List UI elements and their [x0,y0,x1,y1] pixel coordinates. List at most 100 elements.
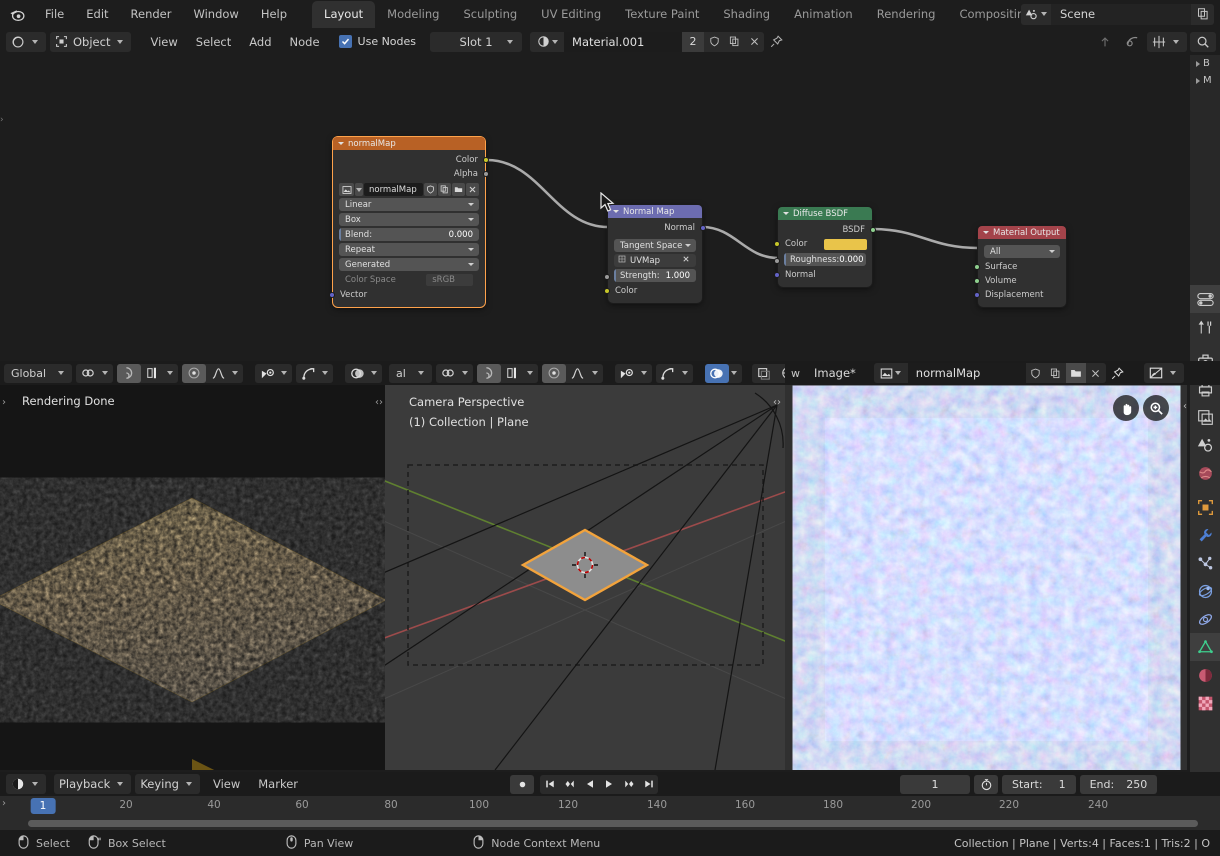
new-image-icon[interactable] [1045,363,1066,383]
properties-tab-view-layer[interactable] [1190,403,1220,431]
xray-icon[interactable] [752,364,776,383]
editor-type-selector[interactable] [6,31,46,52]
unlink-icon[interactable] [1085,363,1106,383]
search-icon[interactable] [1190,31,1216,52]
chevron-down-icon[interactable] [591,371,598,375]
interpolation-dropdown[interactable]: Linear [339,198,479,211]
socket-color-out[interactable] [483,157,489,163]
jump-start-icon[interactable] [540,775,559,794]
chevron-down-icon[interactable] [730,371,737,375]
menu-render[interactable]: Render [120,3,183,25]
proportional-edit-icon[interactable] [541,363,566,383]
falloff-icon[interactable] [206,364,230,383]
image-data-icon[interactable] [339,183,354,196]
socket-color-in[interactable] [774,241,780,247]
overlays-icon[interactable] [345,364,369,383]
mode-dropdown[interactable]: al [389,363,432,383]
material-name-field[interactable]: Material.001 [564,31,683,52]
node-input-vector[interactable]: Vector [329,288,485,302]
open-image-icon[interactable] [452,183,465,196]
properties-tab-particles[interactable] [1190,549,1220,577]
region-toggle-left[interactable]: › [2,397,6,408]
socket-volume-in[interactable] [974,278,980,284]
snap-icon[interactable] [117,363,142,383]
workspace-tab-texture-paint[interactable]: Texture Paint [613,1,711,28]
zoom-icon[interactable] [1143,395,1169,421]
scene-name-field[interactable]: Scene [1051,3,1191,25]
material-users-count[interactable]: 2 [682,31,705,52]
expand-triangle-icon[interactable] [1196,60,1200,67]
workspace-tab-uv-editing[interactable]: UV Editing [529,1,613,28]
colorspace-value[interactable]: sRGB [426,273,473,286]
unlink-icon[interactable] [466,183,479,196]
socket-displacement-in[interactable] [974,292,980,298]
shader-node-canvas[interactable]: › normalMap Color Alpha normalMap Linear… [0,55,1190,360]
playhead[interactable]: 1 [30,798,56,814]
target-dropdown[interactable]: All [984,245,1060,258]
properties-tab-tool-toggle[interactable] [1190,285,1220,313]
properties-tab-modifier[interactable] [1190,521,1220,549]
chevron-down-icon[interactable] [371,371,378,375]
snap-up-icon[interactable] [1093,32,1117,51]
source-dropdown[interactable]: Generated [339,258,479,271]
play-icon[interactable] [599,775,618,794]
shader-type-selector[interactable]: Object [50,31,132,52]
uv-map-field[interactable]: UVMap [614,254,696,267]
chevron-down-icon[interactable] [322,371,329,375]
auto-keying-icon[interactable] [974,774,998,794]
color-swatch[interactable] [824,238,867,250]
node-header-normal-map[interactable]: Normal Map [608,205,702,218]
expand-triangle-icon[interactable] [1196,77,1200,84]
chevron-down-icon[interactable] [167,371,174,375]
socket-surface-in[interactable] [974,264,980,270]
node-diffuse-bsdf[interactable]: Diffuse BSDF BSDF Color Roughness: 0.000 [774,207,876,287]
chevron-down-icon[interactable] [232,371,239,375]
extension-dropdown[interactable]: Repeat [339,243,479,256]
menu-view-timeline[interactable]: View [204,774,249,794]
pin-icon[interactable] [1106,363,1130,383]
properties-tab-tool[interactable] [1190,313,1220,341]
timeline-region-toggle[interactable]: › [2,798,6,809]
menu-window[interactable]: Window [182,3,249,25]
current-frame-field[interactable]: 1 [900,774,970,794]
socket-strength-in[interactable] [604,274,610,280]
properties-tab-physics[interactable] [1190,577,1220,605]
timeline-strip[interactable]: 1 20 40 60 80 100 120 140 160 180 200 22… [0,796,1220,830]
socket-normal-out[interactable] [700,225,706,231]
node-output-alpha[interactable]: Alpha [333,167,489,181]
x-icon[interactable] [682,255,690,266]
chevron-down-icon[interactable] [640,371,647,375]
socket-bsdf-out[interactable] [870,227,876,233]
workspace-tab-modeling[interactable]: Modeling [375,1,451,28]
blender-logo-icon[interactable] [0,6,34,23]
node-output-normal[interactable]: Normal [608,221,706,235]
chevron-down-icon[interactable] [526,371,533,375]
new-image-icon[interactable] [438,183,451,196]
properties-tab-material[interactable] [1190,661,1220,689]
strength-slider[interactable]: Strength: 1.000 [614,269,696,282]
node-input-surface[interactable]: Surface [974,260,1066,274]
snap-icon[interactable] [476,363,501,383]
space-dropdown[interactable]: Tangent Space [614,239,696,252]
pin-icon[interactable] [764,32,788,52]
image-browse-icon[interactable] [873,363,908,383]
fake-user-icon[interactable] [1025,363,1046,383]
viewport-3d[interactable]: Camera Perspective (1) Collection | Plan… [385,385,785,770]
snap-mode-icon[interactable] [141,364,165,383]
menu-file[interactable]: File [34,3,75,25]
socket-color-in[interactable] [604,288,610,294]
socket-alpha-out[interactable] [483,171,489,177]
workspace-tab-sculpting[interactable]: Sculpting [451,1,529,28]
node-input-volume[interactable]: Volume [974,274,1066,288]
outliner-row-scene[interactable]: B [1190,55,1220,72]
menu-node[interactable]: Node [281,32,329,52]
menu-help[interactable]: Help [250,3,298,25]
outliner-panel[interactable]: B M [1190,55,1220,285]
node-output-color[interactable]: Color [333,153,489,167]
node-output-bsdf[interactable]: BSDF [778,223,876,237]
properties-tab-texture[interactable] [1190,689,1220,717]
collapse-triangle-icon[interactable] [983,231,989,234]
falloff-icon[interactable] [566,364,590,383]
node-image-texture[interactable]: normalMap Color Alpha normalMap Linear B… [329,137,489,307]
gizmo-icon[interactable] [296,364,320,383]
